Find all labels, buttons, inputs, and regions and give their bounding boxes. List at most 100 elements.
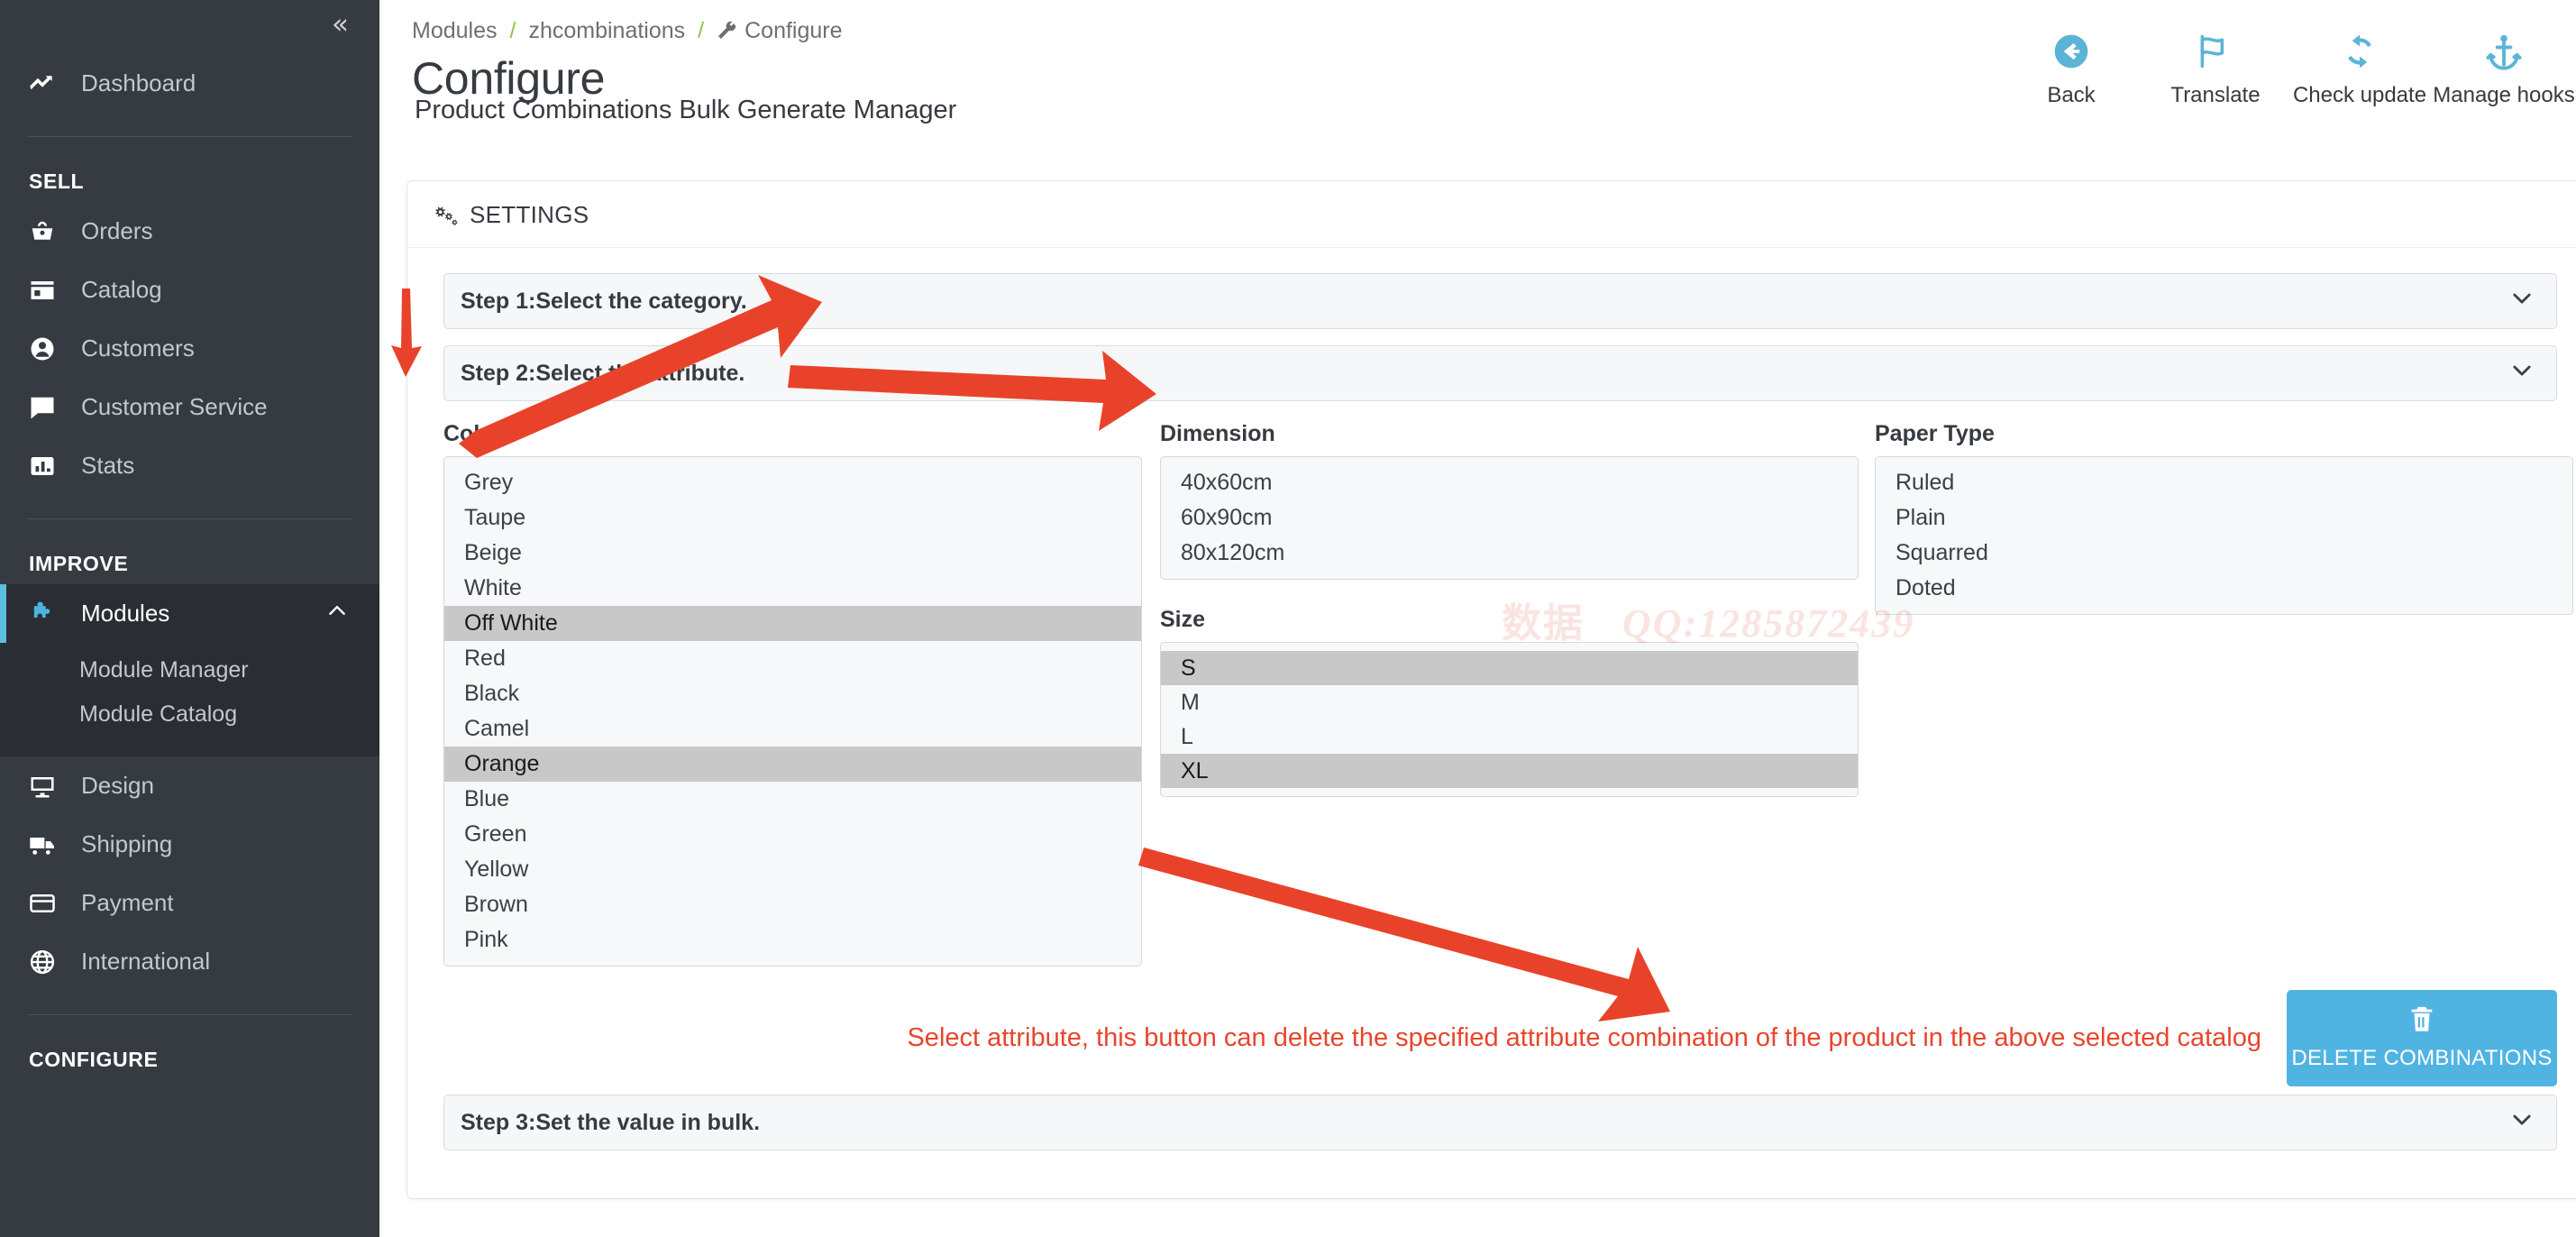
- dimension-listbox[interactable]: 40x60cm 60x90cm 80x120cm: [1160, 456, 1859, 580]
- list-item[interactable]: Green: [444, 817, 1141, 852]
- sidebar-divider-1: [27, 136, 352, 137]
- translate-button[interactable]: Translate: [2143, 23, 2288, 108]
- size-listbox[interactable]: S M L XL: [1160, 642, 1859, 797]
- list-item-selected[interactable]: S: [1161, 651, 1858, 685]
- sidebar-section-sell: SELL: [29, 169, 85, 193]
- list-item[interactable]: Red: [444, 641, 1141, 676]
- chat-icon: [29, 394, 78, 421]
- sidebar-item-international[interactable]: International: [0, 932, 379, 991]
- sidebar-item-shipping[interactable]: Shipping: [0, 815, 379, 874]
- sidebar-item-dashboard[interactable]: Dashboard: [0, 54, 379, 113]
- step2-label: Step 2:Select the attribute.: [461, 360, 745, 386]
- chevron-down-icon: [2509, 358, 2535, 389]
- list-item[interactable]: Squarred: [1876, 536, 2572, 571]
- chevron-down-icon: [2509, 1107, 2535, 1139]
- sidebar-submenu-modules: Module Manager Module Catalog: [0, 643, 379, 756]
- sidebar-divider-2: [27, 518, 352, 519]
- list-item[interactable]: Ruled: [1876, 465, 2572, 500]
- sidebar-item-module-manager[interactable]: Module Manager: [0, 648, 379, 692]
- sidebar-item-customer-service[interactable]: Customer Service: [0, 378, 379, 436]
- store-icon: [29, 277, 78, 304]
- attribute-label-size: Size: [1160, 607, 1206, 632]
- sidebar-item-design[interactable]: Design: [0, 756, 379, 815]
- sidebar-item-modules[interactable]: Modules: [0, 584, 379, 643]
- step2-accordion[interactable]: Step 2:Select the attribute.: [443, 345, 2557, 401]
- settings-card-body: Step 1:Select the category. Step 2:Selec…: [407, 248, 2576, 1177]
- attribute-column-color: Color Grey Taupe Beige White Off White R…: [443, 421, 1142, 967]
- sidebar-item-label: Catalog: [81, 276, 162, 303]
- step3-label: Step 3:Set the value in bulk.: [461, 1109, 761, 1135]
- list-item[interactable]: M: [1161, 685, 1858, 719]
- attribute-label-dimension: Dimension: [1160, 421, 1275, 446]
- list-item[interactable]: 60x90cm: [1161, 500, 1858, 536]
- list-item[interactable]: 40x60cm: [1161, 465, 1858, 500]
- sidebar-item-label: Modules: [81, 600, 170, 627]
- main-content: Modules / zhcombinations / Configure Con…: [379, 0, 2576, 1237]
- step1-label: Step 1:Select the category.: [461, 288, 747, 314]
- delete-combinations-button[interactable]: DELETE COMBINATIONS: [2287, 989, 2557, 1086]
- globe-icon: [29, 948, 78, 976]
- manage-hooks-button[interactable]: Manage hooks: [2432, 23, 2576, 108]
- sidebar-item-label: International: [81, 948, 211, 975]
- sidebar-item-stats[interactable]: Stats: [0, 436, 379, 495]
- sidebar-item-label: Customer Service: [81, 393, 268, 420]
- list-item-selected[interactable]: XL: [1161, 754, 1858, 788]
- list-item-selected[interactable]: Off White: [444, 606, 1141, 641]
- sidebar-item-label: Orders: [81, 217, 153, 244]
- trend-line-icon: [29, 70, 78, 97]
- breadcrumb-zhcombinations[interactable]: zhcombinations: [528, 18, 685, 44]
- sidebar-item-catalog[interactable]: Catalog: [0, 261, 379, 319]
- attribute-column-paper-type: Paper Type Ruled Plain Squarred Doted: [1875, 421, 2573, 967]
- paper-type-listbox[interactable]: Ruled Plain Squarred Doted: [1875, 456, 2573, 615]
- check-update-button[interactable]: Check update: [2288, 23, 2432, 108]
- sidebar-item-payment[interactable]: Payment: [0, 874, 379, 932]
- manage-hooks-label: Manage hooks: [2433, 83, 2575, 107]
- list-item[interactable]: Plain: [1876, 500, 2572, 536]
- list-item[interactable]: Grey: [444, 465, 1141, 500]
- sidebar: « Dashboard SELL Orders Catalog Customer…: [0, 0, 379, 1237]
- sidebar-item-customers[interactable]: Customers: [0, 319, 379, 378]
- list-item[interactable]: L: [1161, 719, 1858, 754]
- list-item[interactable]: Beige: [444, 536, 1141, 571]
- arrow-left-circle-icon: [1999, 23, 2143, 79]
- sidebar-item-label: Design: [81, 772, 154, 799]
- step1-accordion[interactable]: Step 1:Select the category.: [443, 273, 2557, 329]
- translate-label: Translate: [2170, 83, 2261, 107]
- credit-card-icon: [29, 890, 78, 917]
- sidebar-section-improve: IMPROVE: [29, 551, 129, 575]
- flag-icon: [2143, 23, 2288, 79]
- sidebar-item-label: Dashboard: [81, 69, 196, 96]
- list-item[interactable]: Camel: [444, 711, 1141, 747]
- list-item-selected[interactable]: Orange: [444, 747, 1141, 782]
- list-item[interactable]: Blue: [444, 782, 1141, 817]
- puzzle-icon: [29, 600, 78, 628]
- list-item[interactable]: Yellow: [444, 852, 1141, 887]
- delete-combinations-label: DELETE COMBINATIONS: [2291, 1046, 2553, 1070]
- settings-card-wrapper: SETTINGS Step 1:Select the category. Ste…: [379, 180, 2576, 1199]
- delete-combinations-row: Select attribute, this button can delete…: [443, 988, 2557, 1087]
- sidebar-item-orders[interactable]: Orders: [0, 202, 379, 261]
- back-button[interactable]: Back: [1999, 23, 2143, 108]
- list-item[interactable]: White: [444, 571, 1141, 606]
- sidebar-item-module-catalog[interactable]: Module Catalog: [0, 692, 379, 737]
- list-item[interactable]: Doted: [1876, 571, 2572, 606]
- breadcrumb-separator: /: [509, 18, 516, 43]
- list-item[interactable]: Pink: [444, 922, 1141, 958]
- list-item[interactable]: Black: [444, 676, 1141, 711]
- chevron-down-icon: [2509, 286, 2535, 317]
- header-toolbar: Back Translate Check update Manage hooks: [1999, 23, 2576, 108]
- breadcrumb-modules[interactable]: Modules: [412, 18, 498, 44]
- attribute-label-color: Color: [443, 421, 503, 446]
- color-listbox[interactable]: Grey Taupe Beige White Off White Red Bla…: [443, 456, 1142, 967]
- list-item[interactable]: Taupe: [444, 500, 1141, 536]
- truck-icon: [29, 830, 78, 859]
- list-item[interactable]: Brown: [444, 887, 1141, 922]
- back-label: Back: [2047, 83, 2096, 107]
- attribute-column-dimension-size: Dimension 40x60cm 60x90cm 80x120cm Size …: [1160, 421, 1859, 967]
- double-chevron-left-icon[interactable]: «: [332, 11, 349, 39]
- step3-accordion[interactable]: Step 3:Set the value in bulk.: [443, 1095, 2557, 1150]
- trash-icon: [2407, 1004, 2437, 1041]
- list-item[interactable]: 80x120cm: [1161, 536, 1858, 571]
- sidebar-collapse-row: «: [0, 0, 379, 54]
- settings-card: SETTINGS Step 1:Select the category. Ste…: [406, 180, 2576, 1199]
